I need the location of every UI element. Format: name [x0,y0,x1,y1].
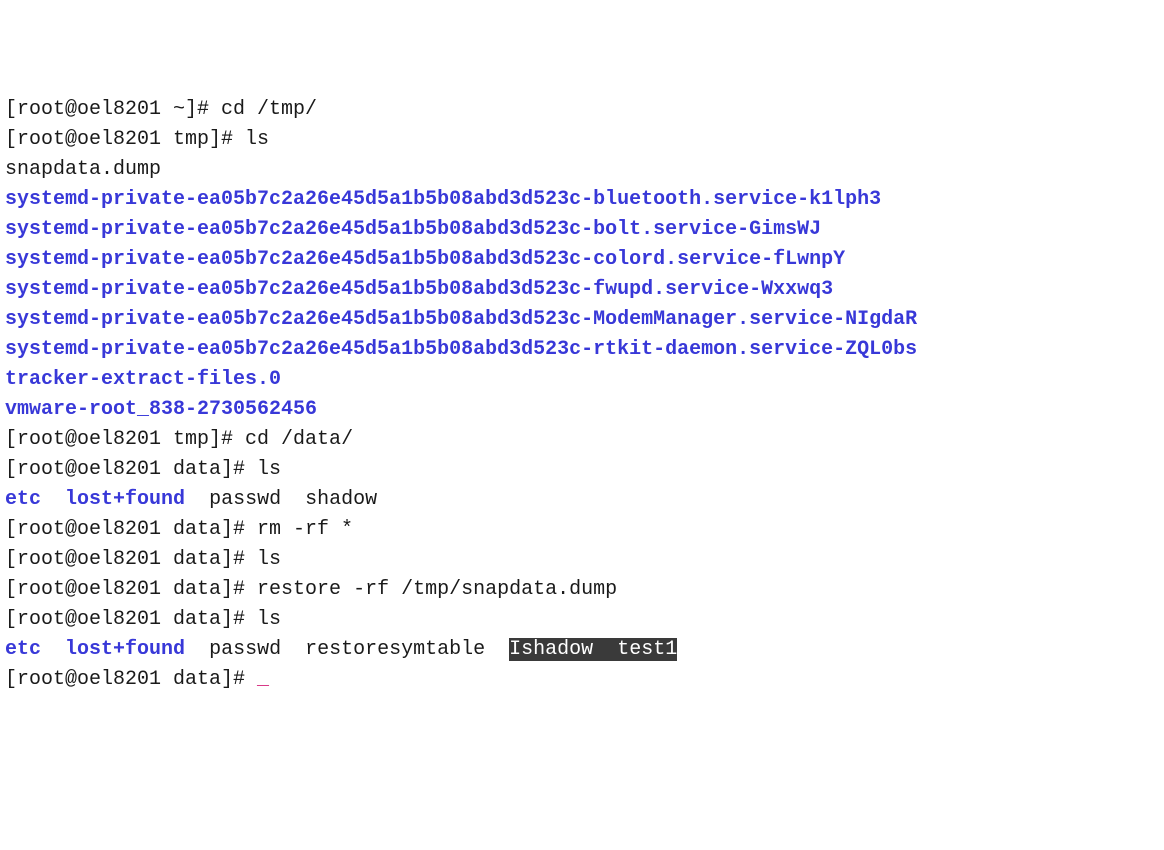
terminal-output[interactable]: [root@oel8201 ~]# cd /tmp/ [root@oel8201… [5,95,1159,695]
text-caret-icon: I [509,638,521,661]
ls-output-dir: systemd-private-ea05b7c2a26e45d5a1b5b08a… [5,308,917,331]
ls-output-line: etc lost+found passwd restoresymtable Is… [5,638,677,661]
prompt-line: [root@oel8201 data]# _ [5,668,269,691]
prompt-line: [root@oel8201 tmp]# ls [5,128,269,151]
ls-output-dir: systemd-private-ea05b7c2a26e45d5a1b5b08a… [5,248,845,271]
prompt-line: [root@oel8201 data]# ls [5,548,281,571]
prompt-line: [root@oel8201 ~]# cd /tmp/ [5,98,317,121]
ls-output-dir: systemd-private-ea05b7c2a26e45d5a1b5b08a… [5,218,821,241]
selection-highlight: Ishadow test1 [509,638,677,661]
ls-output-dir: tracker-extract-files.0 [5,368,281,391]
ls-output-dir: systemd-private-ea05b7c2a26e45d5a1b5b08a… [5,278,833,301]
cursor-icon: _ [257,668,269,691]
ls-output-file: snapdata.dump [5,158,161,181]
ls-output-dir: vmware-root_838-2730562456 [5,398,317,421]
prompt-line: [root@oel8201 data]# restore -rf /tmp/sn… [5,578,617,601]
ls-output-dir: systemd-private-ea05b7c2a26e45d5a1b5b08a… [5,338,917,361]
prompt-line: [root@oel8201 data]# rm -rf * [5,518,353,541]
prompt-line: [root@oel8201 data]# ls [5,458,281,481]
ls-output-dir: systemd-private-ea05b7c2a26e45d5a1b5b08a… [5,188,881,211]
prompt-line: [root@oel8201 data]# ls [5,608,281,631]
ls-output-line: etc lost+found passwd shadow [5,488,377,511]
prompt-line: [root@oel8201 tmp]# cd /data/ [5,428,353,451]
